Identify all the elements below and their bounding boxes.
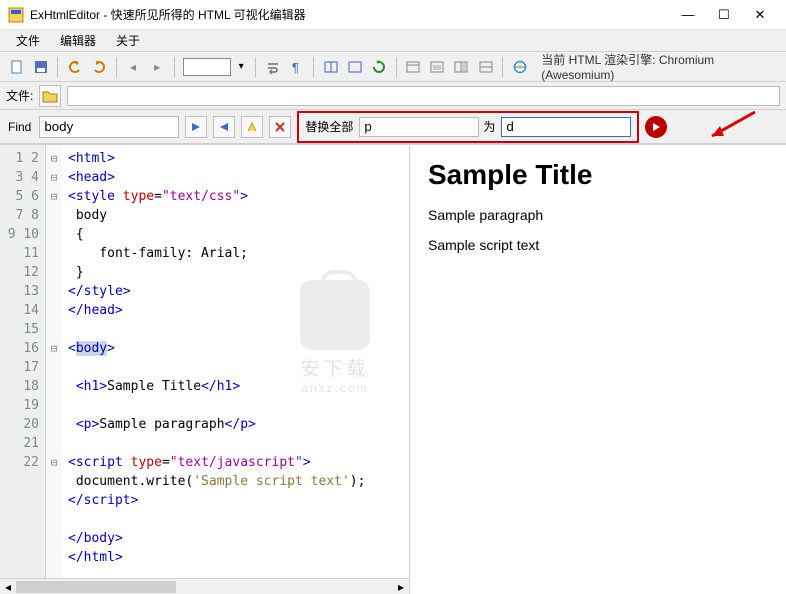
separator: [502, 57, 503, 77]
replace-from-input[interactable]: [359, 117, 479, 137]
render-engine-label: 当前 HTML 渲染引擎: Chromium (Awesomium): [541, 51, 780, 82]
preview-title: Sample Title: [428, 159, 768, 191]
layout-split-button[interactable]: [320, 56, 341, 78]
separator: [57, 57, 58, 77]
file-bar: 文件:: [0, 82, 786, 110]
view-code-button[interactable]: [403, 56, 424, 78]
layout-single-button[interactable]: [344, 56, 365, 78]
find-input[interactable]: [39, 116, 179, 138]
replace-all-label: 替换全部: [305, 118, 353, 135]
view-split2-button[interactable]: [475, 56, 496, 78]
refresh-button[interactable]: [369, 56, 390, 78]
workspace: 1 2 3 4 5 6 7 8 9 10 11 12 13 14 15 16 1…: [0, 144, 786, 594]
replace-to-label: 为: [483, 118, 495, 135]
code-text[interactable]: <html> <head> <style type="text/css"> bo…: [62, 145, 409, 578]
preview-script-text: Sample script text: [428, 237, 768, 253]
main-toolbar: ◂ ▸ ¶ 当前 HTML 渲染引擎: Chromium (Awesomium): [0, 52, 786, 82]
code-area[interactable]: 1 2 3 4 5 6 7 8 9 10 11 12 13 14 15 16 1…: [0, 145, 409, 578]
scroll-thumb[interactable]: [16, 581, 176, 593]
save-button[interactable]: [30, 56, 51, 78]
view-preview-button[interactable]: [427, 56, 448, 78]
clear-find-button[interactable]: [269, 116, 291, 138]
file-path-input[interactable]: [67, 86, 780, 106]
undo-button[interactable]: [64, 56, 85, 78]
separator: [174, 57, 175, 77]
code-editor-pane: 1 2 3 4 5 6 7 8 9 10 11 12 13 14 15 16 1…: [0, 145, 410, 594]
redo-button[interactable]: [88, 56, 109, 78]
line-gutter: 1 2 3 4 5 6 7 8 9 10 11 12 13 14 15 16 1…: [0, 145, 46, 578]
menu-about[interactable]: 关于: [106, 30, 150, 51]
indent-button[interactable]: ▸: [147, 56, 168, 78]
preview-pane: Sample Title Sample paragraph Sample scr…: [410, 145, 786, 594]
separator: [255, 57, 256, 77]
separator: [313, 57, 314, 77]
wrap-button[interactable]: [262, 56, 283, 78]
open-file-button[interactable]: [39, 85, 61, 107]
scroll-right-icon[interactable]: ▸: [393, 579, 409, 594]
annotation-arrow: [700, 108, 760, 144]
browser-button[interactable]: [509, 56, 530, 78]
menu-bar: 文件 编辑器 关于: [0, 30, 786, 52]
menu-editor[interactable]: 编辑器: [50, 30, 106, 51]
close-button[interactable]: ✕: [742, 1, 778, 29]
maximize-button[interactable]: ☐: [706, 1, 742, 29]
svg-text:¶: ¶: [292, 60, 299, 74]
outdent-button[interactable]: ◂: [122, 56, 143, 78]
find-replace-bar: Find 替换全部 为: [0, 110, 786, 144]
separator: [396, 57, 397, 77]
replace-to-input[interactable]: [501, 117, 631, 137]
horizontal-scrollbar[interactable]: ◂ ▸: [0, 578, 409, 594]
separator: [116, 57, 117, 77]
color-picker[interactable]: [183, 58, 231, 76]
window-title: ExHtmlEditor - 快速所见所得的 HTML 可视化编辑器: [30, 6, 670, 23]
find-label: Find: [8, 120, 31, 134]
execute-replace-button[interactable]: [645, 116, 667, 138]
title-bar: ExHtmlEditor - 快速所见所得的 HTML 可视化编辑器 — ☐ ✕: [0, 0, 786, 30]
app-icon: [8, 7, 24, 23]
view-split1-button[interactable]: [451, 56, 472, 78]
minimize-button[interactable]: —: [670, 1, 706, 29]
new-button[interactable]: [6, 56, 27, 78]
highlight-button[interactable]: [241, 116, 263, 138]
paragraph-button[interactable]: ¶: [286, 56, 307, 78]
fold-column[interactable]: ⊟ ⊟ ⊟ ⊟ ⊟: [46, 145, 62, 578]
menu-file[interactable]: 文件: [6, 30, 50, 51]
find-next-button[interactable]: [185, 116, 207, 138]
find-prev-button[interactable]: [213, 116, 235, 138]
preview-paragraph: Sample paragraph: [428, 207, 768, 223]
file-label: 文件:: [6, 87, 33, 104]
replace-group: 替换全部 为: [297, 111, 639, 143]
scroll-left-icon[interactable]: ◂: [0, 579, 16, 594]
